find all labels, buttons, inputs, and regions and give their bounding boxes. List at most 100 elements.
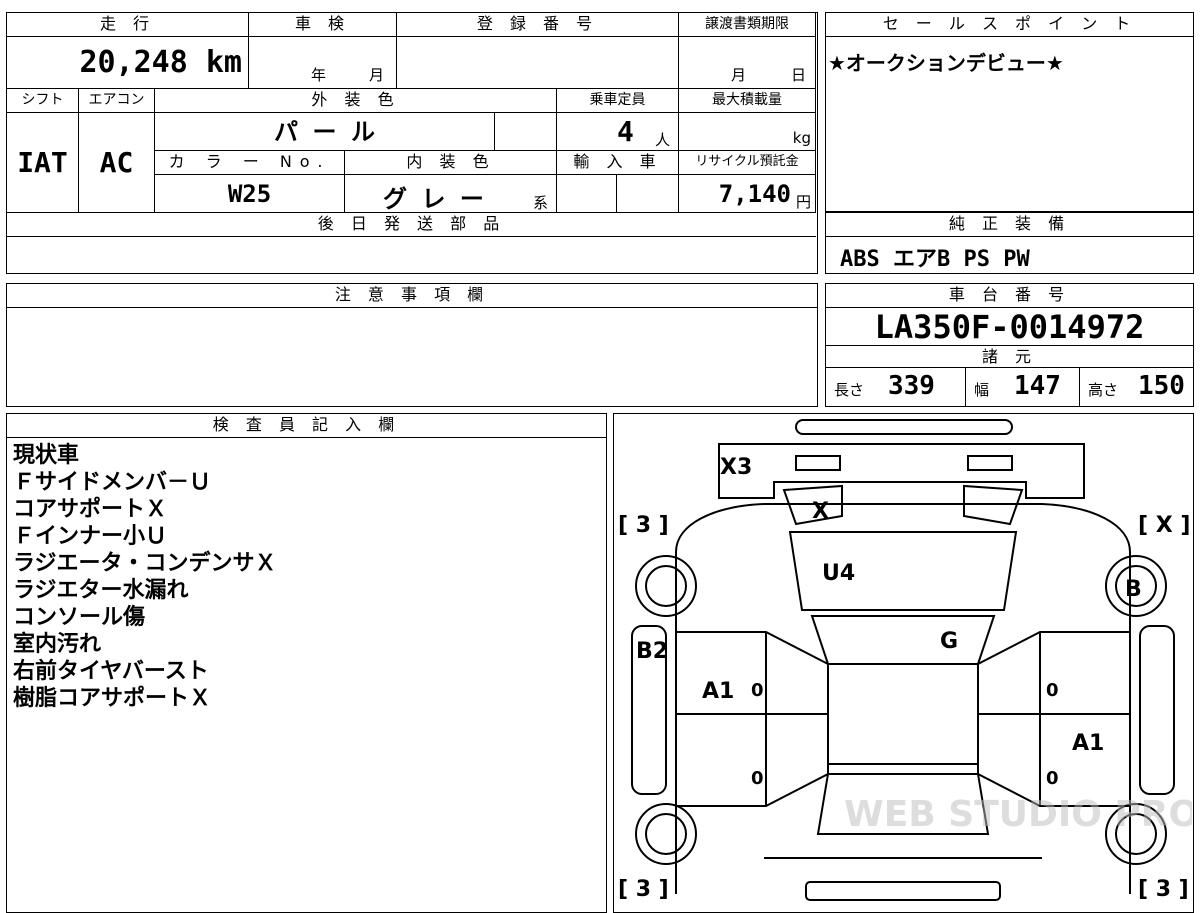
dimensions-header: 諸 元 [826, 346, 1193, 368]
inspector-header: 検 査 員 記 入 欄 [7, 414, 606, 438]
length-label: 長さ [834, 381, 865, 399]
right-side-sill [1139, 625, 1175, 795]
fog-lamp-left [795, 455, 841, 471]
equipment-items: ABS エアB PS PW [840, 247, 1030, 272]
height-cell: 高さ 150 [1080, 368, 1192, 406]
transfer-deadline-header: 譲渡書類期限 [679, 13, 816, 37]
left-front-door [675, 631, 829, 715]
car-diagram: X3 X U4 [ 3 ] [ X ] B B2 G A1 A1 [ 3 ] [… [618, 419, 1192, 902]
max-load-header: 最大積載量 [679, 89, 816, 113]
mark-headlight: X [812, 499, 829, 524]
registration-header: 登 録 番 号 [397, 13, 679, 37]
exterior-color-header: 外 装 色 [155, 89, 557, 113]
sales-point-panel: セ ー ル ス ポ イ ン ト ★オークションデビュー★ [825, 12, 1194, 212]
mileage-value: 20,248 km [7, 37, 249, 89]
interior-color-header: 内 装 色 [345, 151, 557, 175]
equipment-header: 純 正 装 備 [826, 213, 1193, 237]
exterior-color-value: パ ー ル [155, 113, 495, 151]
inspector-note-line: Ｆサイドメンバ－Ｕ [13, 470, 212, 495]
inspector-note-line: 右前タイヤバースト [13, 659, 209, 684]
mark-front-left-tire: [ 3 ] [618, 513, 669, 538]
recycle-unit: 円 [795, 193, 811, 211]
mark-left-front-fender: B2 [636, 639, 668, 664]
interior-color-value-cell: グ レ ー 系 [345, 175, 557, 213]
front-bumper-outline [795, 419, 1013, 435]
height-label: 高さ [1088, 381, 1119, 399]
inspector-note-line: 現状車 [13, 443, 80, 468]
width-label: 幅 [974, 381, 990, 399]
notes-panel: 注 意 事 項 欄 [6, 283, 818, 407]
capacity-value-cell: 4 人 [557, 113, 679, 151]
later-parts-header: 後 日 発 送 部 品 [7, 213, 816, 237]
inspection-month-unit: 月 [369, 66, 385, 84]
notes-header: 注 意 事 項 欄 [7, 284, 817, 308]
inspector-note-line: Ｆインナー小Ｕ [13, 524, 168, 549]
chassis-panel: 車 台 番 号 LA350F-0014972 諸 元 長さ 339 幅 147 … [825, 283, 1194, 407]
inspector-note-line: 樹脂コアサポートＸ [13, 686, 212, 711]
vehicle-spec-table: 走 行 車 検 登 録 番 号 譲渡書類期限 20,248 km 年 月 月 日… [6, 12, 818, 274]
mark-rear-left-tire: [ 3 ] [618, 877, 669, 902]
registration-value [397, 37, 679, 89]
front-bumper-panel [718, 443, 1085, 499]
mark-right-rear-door: A1 [1072, 731, 1104, 756]
interior-color-suffix: 系 [533, 194, 549, 212]
aircon-value: AC [79, 113, 155, 213]
length-cell: 長さ 339 [826, 368, 966, 406]
inspector-note-line: コンソール傷 [13, 605, 146, 630]
max-load-value-cell: kg [679, 113, 816, 151]
inspector-panel: 検 査 員 記 入 欄 現状車 Ｆサイドメンバ－Ｕ コアサポートＸ Ｆインナー小… [6, 413, 607, 913]
inspection-header: 車 検 [249, 13, 397, 37]
color-no-value: W25 [155, 175, 345, 213]
mileage-header: 走 行 [7, 13, 249, 37]
inspector-note-line: 室内汚れ [13, 632, 102, 657]
left-rear-door [675, 713, 829, 807]
capacity-unit: 人 [655, 131, 671, 149]
inspector-note-line: ラジエター水漏れ [13, 578, 189, 603]
mark-right-front-wheel: B [1125, 577, 1142, 602]
inspector-notes: 現状車 Ｆサイドメンバ－Ｕ コアサポートＸ Ｆインナー小Ｕ ラジエータ・コンデン… [13, 442, 277, 712]
recycle-value-cell: 7,140 円 [679, 175, 816, 213]
shift-header: シフト [7, 89, 79, 113]
door-handle-left-front: 0 [751, 680, 764, 701]
aircon-header: エアコン [79, 89, 155, 113]
door-handle-left-rear: 0 [751, 768, 764, 789]
transfer-deadline-value: 月 日 [679, 37, 816, 89]
mark-rear-right-tire: [ 3 ] [1138, 877, 1189, 902]
transfer-month-unit: 月 [731, 66, 747, 84]
chassis-header: 車 台 番 号 [826, 284, 1193, 308]
import-value-b [617, 175, 679, 213]
capacity-header: 乗車定員 [557, 89, 679, 113]
mark-left-front-door: A1 [702, 679, 734, 704]
car-diagram-panel: X3 X U4 [ 3 ] [ X ] B B2 G A1 A1 [ 3 ] [… [613, 413, 1194, 913]
recycle-header: リサイクル預託金 [679, 151, 816, 175]
door-handle-right-rear: 0 [1046, 768, 1059, 789]
inspector-note-line: ラジエータ・コンデンサＸ [13, 551, 277, 576]
width-value: 147 [1014, 371, 1061, 401]
color-no-header: カ ラ ー No. [155, 151, 345, 175]
sales-point-text: ★オークションデビュー★ [828, 51, 1064, 75]
import-value-a [557, 175, 617, 213]
shift-value: IAT [7, 113, 79, 213]
import-header: 輸 入 車 [557, 151, 679, 175]
height-value: 150 [1138, 371, 1185, 401]
right-front-door [977, 631, 1131, 715]
inspector-note-line: コアサポートＸ [13, 497, 168, 522]
recycle-value: 7,140 [718, 180, 791, 208]
door-handle-right-front: 0 [1046, 680, 1059, 701]
mark-windshield: G [940, 629, 958, 654]
watermark: WEB STUDIO PRO [844, 794, 1192, 835]
length-value: 339 [888, 371, 935, 401]
right-rear-door [977, 713, 1131, 807]
capacity-value: 4 [617, 115, 634, 148]
inspection-value: 年 月 [249, 37, 397, 89]
transfer-day-unit: 日 [791, 66, 807, 84]
mark-front-bumper: X3 [720, 455, 752, 480]
equipment-panel: 純 正 装 備 ABS エアB PS PW [825, 212, 1194, 274]
width-cell: 幅 147 [966, 368, 1080, 406]
sales-point-header: セ ー ル ス ポ イ ン ト [826, 13, 1193, 37]
max-load-unit: kg [792, 129, 811, 147]
inspection-year-unit: 年 [311, 66, 327, 84]
windshield [810, 615, 996, 665]
roof-panel [827, 663, 979, 765]
chassis-number: LA350F-0014972 [826, 308, 1193, 346]
